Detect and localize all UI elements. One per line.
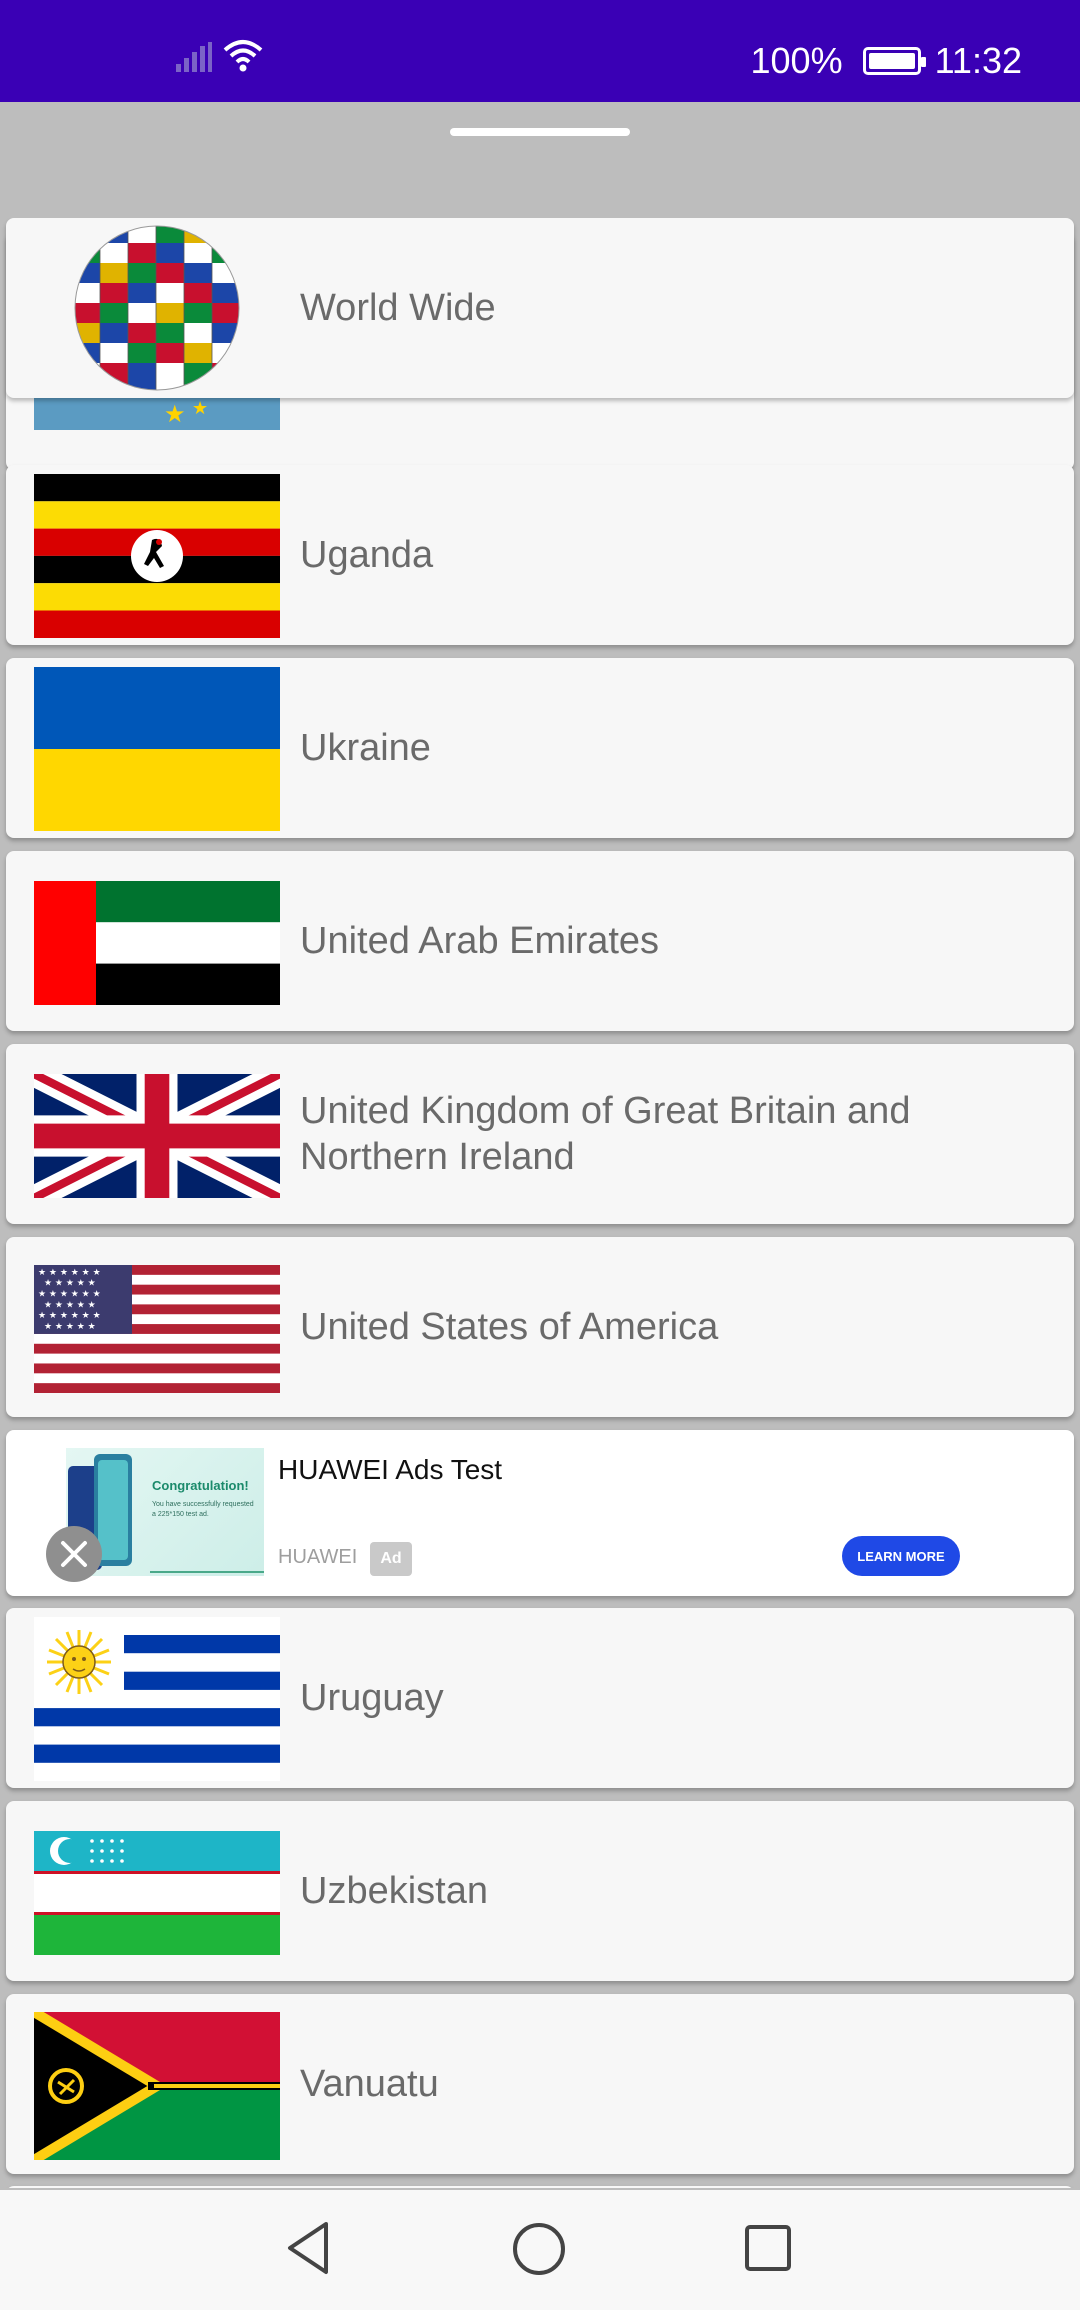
country-name: United States of America bbox=[300, 1306, 719, 1348]
system-nav-bar bbox=[0, 2190, 1080, 2310]
ad-badge: Ad bbox=[370, 1542, 412, 1576]
list-item-uk[interactable]: United Kingdom of Great Britain and Nort… bbox=[6, 1044, 1074, 1224]
list-item-uruguay[interactable]: Uruguay bbox=[6, 1608, 1074, 1788]
ad-title[interactable]: HUAWEI Ads Test bbox=[278, 1454, 502, 1486]
globe-flags-icon bbox=[72, 223, 242, 393]
country-name: Uganda bbox=[300, 534, 434, 576]
list-item-partial-bottom[interactable] bbox=[6, 2186, 1074, 2188]
country-name: United Arab Emirates bbox=[300, 920, 660, 962]
svg-text:★ ★ ★ ★ ★ ★: ★ ★ ★ ★ ★ ★ bbox=[38, 1290, 101, 1300]
ad-image-heading: Congratulation! bbox=[152, 1478, 249, 1493]
svg-text:★ ★ ★ ★ ★: ★ ★ ★ ★ ★ bbox=[44, 1322, 96, 1332]
battery-icon bbox=[862, 47, 926, 75]
uganda-flag-icon bbox=[34, 474, 280, 638]
list-item-uae[interactable]: United Arab Emirates bbox=[6, 851, 1074, 1031]
recents-icon[interactable] bbox=[744, 2224, 792, 2272]
uae-flag-icon bbox=[34, 881, 280, 1005]
svg-text:★ ★ ★ ★ ★ ★: ★ ★ ★ ★ ★ ★ bbox=[38, 1311, 101, 1321]
country-name: Vanuatu bbox=[300, 2063, 439, 2105]
list-item-world-wide[interactable]: World Wide bbox=[6, 218, 1074, 398]
list-item-vanuatu[interactable]: Vanuatu bbox=[6, 1994, 1074, 2174]
signal-icon bbox=[176, 42, 212, 72]
ukraine-flag-icon bbox=[34, 667, 280, 831]
country-list[interactable]: ★ ★ World Wide Uganda Ukraine United Ara… bbox=[0, 218, 1080, 2188]
status-right: 100% 11:32 bbox=[751, 40, 1023, 82]
usa-flag-icon: ★ ★ ★ ★ ★ ★ ★ ★ ★ ★ ★ ★ ★ ★ ★ ★ ★ ★ ★ ★ … bbox=[34, 1265, 280, 1393]
status-left bbox=[176, 38, 264, 72]
vanuatu-flag-icon bbox=[34, 2012, 280, 2160]
ad-image-text: You have successfully requested a 225*15… bbox=[152, 1501, 254, 1518]
list-item-ukraine[interactable]: Ukraine bbox=[6, 658, 1074, 838]
home-icon[interactable] bbox=[512, 2222, 566, 2276]
uruguay-flag-icon bbox=[34, 1617, 280, 1781]
svg-text:★ ★ ★ ★ ★ ★: ★ ★ ★ ★ ★ ★ bbox=[38, 1268, 101, 1278]
country-name: Uzbekistan bbox=[300, 1870, 488, 1912]
status-bar: 100% 11:32 bbox=[0, 0, 1080, 102]
uzbekistan-flag-icon bbox=[34, 1831, 280, 1955]
svg-text:★: ★ bbox=[164, 401, 186, 428]
battery-percent: 100% bbox=[750, 40, 843, 81]
svg-text:★ ★ ★ ★ ★: ★ ★ ★ ★ ★ bbox=[44, 1279, 96, 1289]
close-ad-button[interactable] bbox=[46, 1526, 102, 1582]
ad-source: HUAWEI bbox=[278, 1546, 358, 1568]
uk-flag-icon bbox=[34, 1074, 280, 1198]
back-icon[interactable] bbox=[284, 2220, 332, 2276]
clock: 11:32 bbox=[934, 40, 1022, 81]
country-name: United Kingdom of Great Britain and Nort… bbox=[300, 1090, 911, 1178]
list-item-uganda[interactable]: Uganda bbox=[6, 465, 1074, 645]
country-name: Ukraine bbox=[300, 727, 431, 769]
country-name: Uruguay bbox=[300, 1677, 444, 1719]
sheet-drag-handle[interactable] bbox=[450, 128, 630, 136]
country-name: World Wide bbox=[300, 287, 496, 329]
list-item-uzbekistan[interactable]: Uzbekistan bbox=[6, 1801, 1074, 1981]
close-icon bbox=[61, 1541, 87, 1567]
svg-text:★: ★ bbox=[192, 398, 208, 418]
learn-more-button[interactable]: LEARN MORE bbox=[842, 1536, 960, 1576]
list-item-usa[interactable]: ★ ★ ★ ★ ★ ★ ★ ★ ★ ★ ★ ★ ★ ★ ★ ★ ★ ★ ★ ★ … bbox=[6, 1237, 1074, 1417]
ad-banner[interactable]: Congratulation! You have successfully re… bbox=[6, 1430, 1074, 1596]
svg-text:★ ★ ★ ★ ★: ★ ★ ★ ★ ★ bbox=[44, 1300, 96, 1310]
wifi-icon bbox=[223, 40, 263, 72]
